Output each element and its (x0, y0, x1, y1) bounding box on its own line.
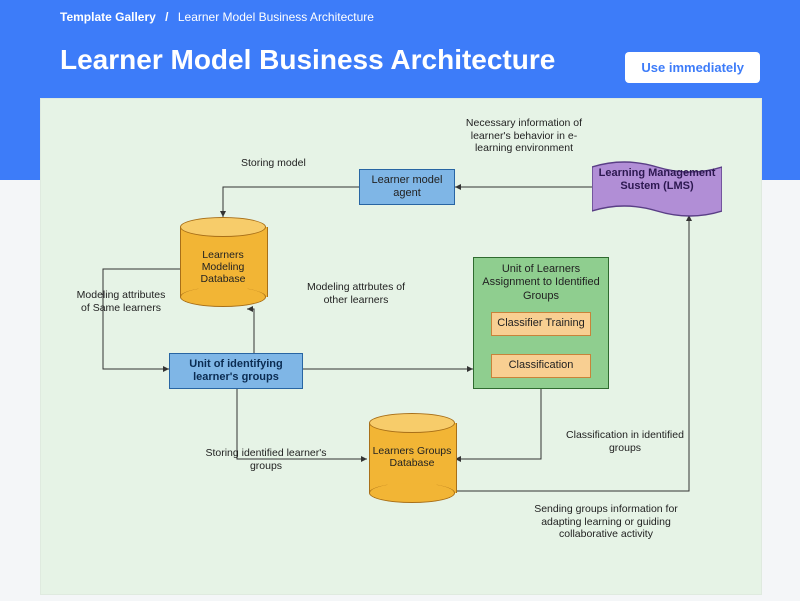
annot-modeling-other: Modeling attrbutes of other learners (296, 281, 416, 306)
annot-storing-groups: Storing identified learner's groups (191, 447, 341, 472)
node-classifier-training[interactable]: Classifier Training (491, 312, 591, 336)
node-learners-groups-db[interactable]: Learners Groups Database (369, 413, 455, 503)
annot-storing-model: Storing model (241, 157, 341, 170)
node-assignment-group[interactable]: Unit of Learners Assignment to Identifie… (473, 257, 609, 389)
breadcrumb: Template Gallery / Learner Model Busines… (60, 10, 374, 24)
breadcrumb-root-link[interactable]: Template Gallery (60, 10, 156, 24)
db-label: Learners Groups Database (369, 445, 455, 469)
annot-modeling-same: Modeling attributes of Same learners (71, 289, 171, 314)
breadcrumb-separator: / (165, 10, 168, 24)
page-title: Learner Model Business Architecture (60, 44, 555, 76)
annot-classification-in: Classification in identified groups (565, 429, 685, 454)
annot-sending-groups: Sending groups information for adapting … (521, 503, 691, 541)
node-lms[interactable]: Learning Management Sustem (LMS) (592, 161, 722, 213)
node-learners-modeling-db[interactable]: Learners Modeling Database (180, 217, 266, 307)
node-classification[interactable]: Classification (491, 354, 591, 378)
breadcrumb-current: Learner Model Business Architecture (178, 10, 374, 24)
group-title: Unit of Learners Assignment to Identifie… (482, 264, 600, 302)
annot-necessary-info: Necessary information of learner's behav… (459, 117, 589, 155)
node-lms-label: Learning Management Sustem (LMS) (592, 167, 722, 193)
use-immediately-button[interactable]: Use immediately (625, 52, 760, 83)
node-learner-model-agent[interactable]: Learner model agent (359, 169, 455, 205)
diagram-canvas[interactable]: Learner model agent Learning Management … (40, 98, 762, 595)
node-unit-identifying[interactable]: Unit of identifying learner's groups (169, 353, 303, 389)
db-label: Learners Modeling Database (180, 249, 266, 285)
